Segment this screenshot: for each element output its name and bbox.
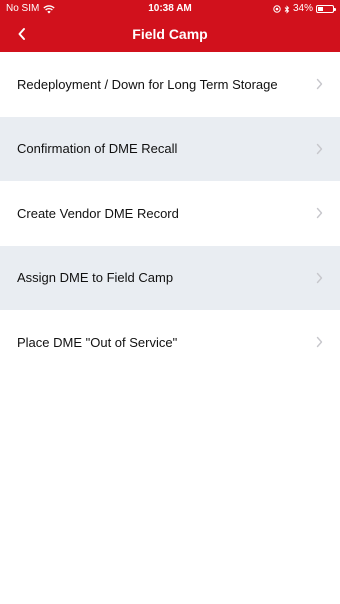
menu-item-place-dme-out-of-service[interactable]: Place DME "Out of Service" xyxy=(0,310,340,375)
status-bar: No SIM 10:38 AM 34% xyxy=(0,0,340,18)
battery-fill xyxy=(318,7,323,11)
header: No SIM 10:38 AM 34% Field Camp xyxy=(0,0,340,52)
field-camp-screen: No SIM 10:38 AM 34% Field Camp Redeploym… xyxy=(0,0,340,604)
chevron-right-icon xyxy=(316,207,323,219)
menu-item-label: Confirmation of DME Recall xyxy=(17,141,178,157)
chevron-right-icon xyxy=(316,78,323,90)
chevron-right-icon xyxy=(316,336,323,348)
menu-item-label: Redeployment / Down for Long Term Storag… xyxy=(17,76,278,92)
page-title: Field Camp xyxy=(132,26,208,42)
menu-item-create-vendor-dme-record[interactable]: Create Vendor DME Record xyxy=(0,181,340,246)
menu-item-assign-dme-field-camp[interactable]: Assign DME to Field Camp xyxy=(0,245,340,310)
chevron-right-icon xyxy=(316,272,323,284)
chevron-right-icon xyxy=(316,143,323,155)
menu-list: Redeployment / Down for Long Term Storag… xyxy=(0,52,340,375)
menu-item-label: Assign DME to Field Camp xyxy=(17,270,174,286)
location-icon xyxy=(273,5,281,13)
menu-item-confirmation-dme-recall[interactable]: Confirmation of DME Recall xyxy=(0,116,340,181)
battery-icon xyxy=(316,5,336,13)
battery-percent: 34% xyxy=(292,3,313,14)
menu-item-redeployment[interactable]: Redeployment / Down for Long Term Storag… xyxy=(0,52,340,117)
status-right: 34% xyxy=(273,0,336,18)
menu-item-label: Create Vendor DME Record xyxy=(17,205,179,221)
nav-bar: Field Camp xyxy=(0,18,340,52)
bluetooth-icon xyxy=(284,4,290,14)
menu-item-label: Place DME "Out of Service" xyxy=(17,334,178,350)
